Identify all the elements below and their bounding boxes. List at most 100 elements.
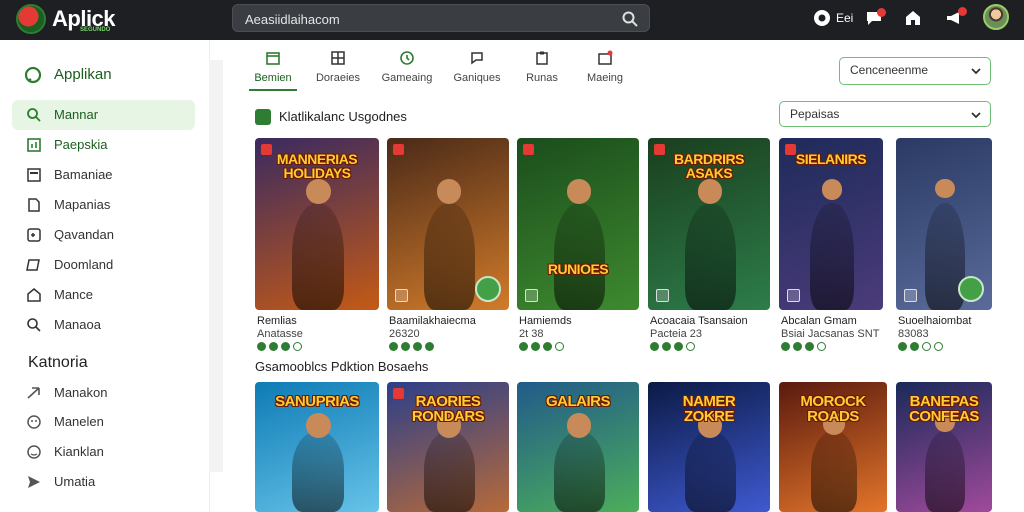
sidebar-item-doomland[interactable]: Doomland — [12, 250, 195, 280]
sort-select[interactable]: Cenceneenme — [839, 57, 991, 85]
game-thumbnail[interactable]: BARDRIRS ASAKS — [648, 138, 770, 310]
install-button[interactable] — [475, 276, 501, 302]
popular-game-card[interactable]: MOROCK ROADS — [779, 382, 887, 512]
game-title[interactable]: Abcalan Gmam — [781, 315, 857, 327]
search-icon — [27, 318, 41, 332]
sidebar-scrollbar[interactable] — [209, 60, 223, 472]
category-item-label: Umatia — [54, 474, 96, 489]
top-bar: Aplick SEGUNDO Eei — [0, 0, 1024, 40]
game-thumbnail[interactable]: RUNIOES — [517, 138, 639, 310]
game-thumbnail[interactable]: SANUPRIAS — [255, 382, 379, 512]
character-art — [292, 203, 345, 310]
character-head — [305, 413, 331, 438]
chevron-down-icon — [971, 112, 981, 119]
game-thumbnail[interactable]: MANNERIAS HOLIDAYS — [255, 138, 379, 310]
tab-runas[interactable]: Runas — [511, 50, 573, 90]
rating-dot — [269, 342, 278, 351]
rating-dot — [686, 342, 695, 351]
game-thumbnail[interactable]: MOROCK ROADS — [779, 382, 887, 512]
user-avatar[interactable] — [983, 4, 1009, 30]
game-title[interactable]: Acoacaia Tsansaion — [650, 315, 748, 327]
brand-chat-icon — [24, 66, 42, 84]
home-icon[interactable] — [903, 8, 923, 28]
tab-ganiques[interactable]: Ganiques — [446, 50, 508, 90]
popular-game-card[interactable]: NAMER ZOKRE — [648, 382, 770, 512]
rating-dot — [257, 342, 266, 351]
game-thumbnail[interactable]: SIELANIRS — [779, 138, 883, 310]
tab-doraeies[interactable]: Doraeies — [307, 50, 369, 90]
grid-icon — [331, 51, 345, 65]
sidebar-item-qavandan[interactable]: Qavandan — [12, 220, 195, 250]
tab-bemien[interactable]: Bemien — [242, 50, 304, 90]
game-logo-art: MANNERIAS HOLIDAYS — [276, 151, 358, 181]
rating-dot — [389, 342, 398, 351]
sidebar-item-mance[interactable]: Mance — [12, 280, 195, 310]
recording-icon[interactable] — [812, 8, 832, 28]
chat-icon — [471, 52, 483, 65]
rating-dot — [805, 342, 814, 351]
sidebar-item-bamaniae[interactable]: Bamaniae — [12, 160, 195, 190]
game-logo-art: RAORIES RONDARS — [411, 393, 485, 425]
game-rating — [781, 342, 826, 352]
section-apps-icon — [255, 109, 271, 125]
rating-dot — [910, 342, 919, 351]
tab-gameaing[interactable]: Gameaing — [376, 50, 438, 90]
game-card[interactable]: BARDRIRS ASAKS Acoacaia Tsansaion Pacteia … — [648, 138, 770, 360]
game-title[interactable]: Baamilakhaiecma — [389, 315, 476, 327]
sidebar-item-paepskia[interactable]: Paepskia — [12, 130, 195, 160]
game-card[interactable]: Suoelhaiombat 83083 — [896, 138, 992, 360]
game-card[interactable]: Baamilakhaiecma 26320 — [387, 138, 509, 360]
app-logo-subtext: SEGUNDO — [80, 27, 111, 33]
category-heading: Katnoria — [28, 354, 88, 371]
popular-game-card[interactable]: BANEPAS CONFEAS — [896, 382, 992, 512]
game-title[interactable]: Remlias — [257, 315, 297, 327]
search-bar[interactable] — [232, 4, 650, 32]
tab-label: Ganiques — [453, 72, 501, 84]
notification-count: Eei — [836, 11, 854, 25]
arrow-icon — [27, 387, 40, 399]
tab-maeing[interactable]: Maeing — [574, 50, 636, 90]
popular-game-card[interactable]: SANUPRIAS — [255, 382, 379, 512]
platform-icon — [787, 289, 800, 302]
game-meta: 2t 38 — [519, 328, 544, 340]
category-item-label: Manelen — [54, 414, 104, 429]
app-logo[interactable] — [16, 4, 46, 34]
game-thumbnail[interactable] — [387, 138, 509, 310]
game-rating — [650, 342, 695, 352]
rating-dot — [898, 342, 907, 351]
game-thumbnail[interactable]: BANEPAS CONFEAS — [896, 382, 992, 512]
rating-dot — [662, 342, 671, 351]
rating-dot — [401, 342, 410, 351]
character-art — [684, 431, 736, 512]
category-item-label: Kianklan — [54, 444, 104, 459]
popular-game-card[interactable]: RAORIES RONDARS — [387, 382, 509, 512]
category-item-manakon[interactable]: Manakon — [12, 378, 195, 408]
game-card[interactable]: SIELANIRS Abcalan Gmam Bsiai Jacsanas SNT — [779, 138, 883, 360]
sidebar-item-manaoa[interactable]: Manaoa — [12, 310, 195, 340]
game-logo-art: NAMER ZOKRE — [682, 393, 736, 425]
game-thumbnail[interactable]: NAMER ZOKRE — [648, 382, 770, 512]
search-input[interactable] — [245, 10, 615, 28]
category-item-umatia[interactable]: Umatia — [12, 467, 195, 497]
game-thumbnail[interactable] — [896, 138, 992, 310]
game-thumbnail[interactable]: GALAIRS — [517, 382, 639, 512]
category-item-label: Manakon — [54, 385, 108, 400]
search-icon — [27, 108, 41, 122]
character-head — [305, 179, 331, 205]
game-thumbnail[interactable]: RAORIES RONDARS — [387, 382, 509, 512]
game-card[interactable]: RUNIOES Hamiemds 2t 38 — [517, 138, 639, 360]
search-icon[interactable] — [621, 10, 639, 28]
game-title[interactable]: Hamiemds — [519, 315, 572, 327]
game-card[interactable]: MANNERIAS HOLIDAYS Remlias Anatasse — [255, 138, 379, 360]
rating-dot — [293, 342, 302, 351]
popular-game-card[interactable]: GALAIRS — [517, 382, 639, 512]
sidebar-item-mannar[interactable]: Mannar — [12, 100, 195, 130]
category-item-kianklan[interactable]: Kianklan — [12, 437, 195, 467]
section-filter-select[interactable]: Pepaisas — [779, 101, 991, 127]
sidebar-item-mapanias[interactable]: Mapanias — [12, 190, 195, 220]
sidebar-brand[interactable]: Applikan — [54, 66, 112, 83]
install-button[interactable] — [958, 276, 984, 302]
document-icon — [28, 198, 40, 212]
category-item-manelen[interactable]: Manelen — [12, 407, 195, 437]
game-title[interactable]: Suoelhaiombat — [898, 315, 971, 327]
